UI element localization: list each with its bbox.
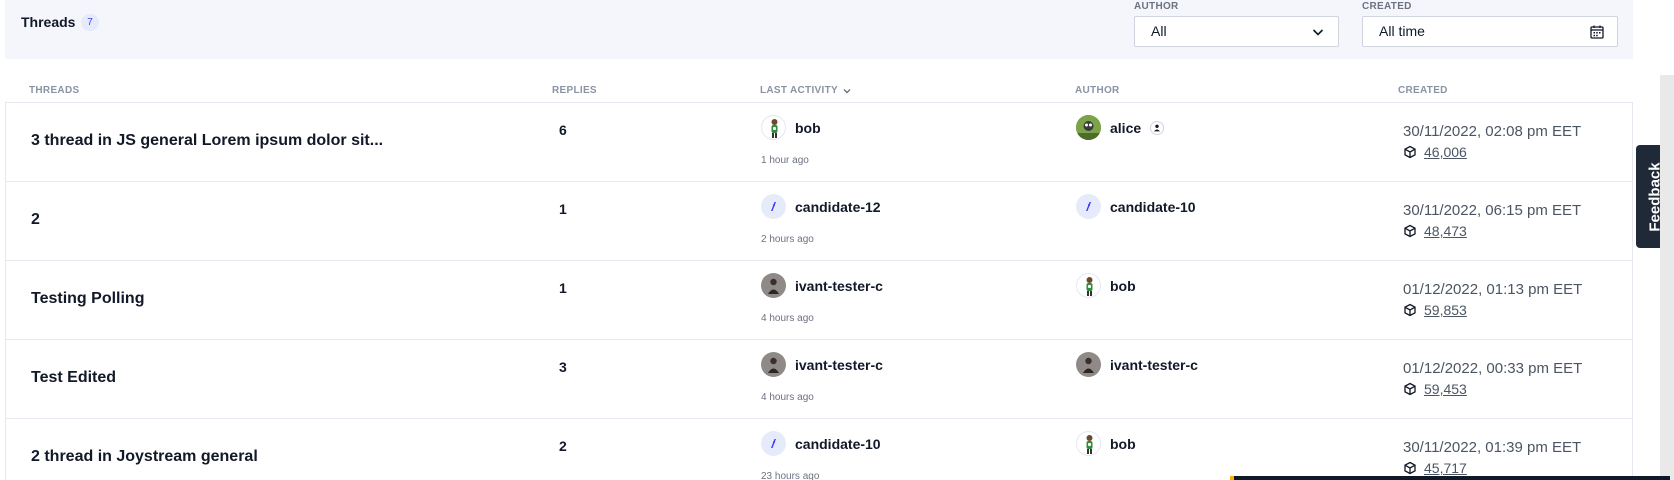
block-number-link[interactable]: 59,453 — [1424, 381, 1467, 397]
last-activity-time: 4 hours ago — [761, 313, 814, 324]
block-cube-icon — [1404, 145, 1416, 159]
table-row[interactable]: 3 thread in JS general Lorem ipsum dolor… — [5, 103, 1633, 182]
author-member[interactable]: bob — [1076, 431, 1136, 456]
author-filter-label: AUTHOR — [1134, 1, 1179, 12]
thread-title-link[interactable]: Testing Polling — [31, 290, 144, 308]
last-activity-time: 2 hours ago — [761, 234, 814, 245]
last-activity-time: 23 hours ago — [761, 471, 820, 480]
column-header-last-activity-label: LAST ACTIVITY — [760, 85, 838, 96]
column-header-created[interactable]: CREATED — [1398, 85, 1448, 96]
created-block: 59,853 — [1403, 302, 1467, 318]
member-name: bob — [1110, 277, 1136, 294]
author-member[interactable]: candidate-10 — [1076, 194, 1196, 219]
member-name: bob — [795, 119, 821, 136]
block-number-link[interactable]: 46,006 — [1424, 144, 1467, 160]
created-block: 48,473 — [1403, 223, 1467, 239]
member-name: candidate-10 — [795, 435, 881, 452]
thread-title-link[interactable]: Test Edited — [31, 369, 116, 387]
avatar — [1076, 431, 1101, 456]
author-member[interactable]: bob — [1076, 273, 1136, 298]
column-header-replies[interactable]: REPLIES — [552, 85, 597, 96]
last-activity-member[interactable]: candidate-12 — [761, 194, 881, 219]
thread-title-link[interactable]: 2 thread in Joystream general — [31, 448, 258, 466]
page-scrollbar[interactable] — [1660, 75, 1674, 480]
replies-count: 3 — [559, 359, 567, 375]
avatar — [761, 352, 786, 377]
avatar — [761, 115, 786, 140]
member-name: alice — [1110, 119, 1142, 136]
member-name: ivant-tester-c — [795, 356, 883, 373]
member-name: candidate-10 — [1110, 198, 1196, 215]
last-activity-time: 1 hour ago — [761, 155, 809, 166]
avatar — [1076, 194, 1101, 219]
member-name: bob — [1110, 435, 1136, 452]
member-name: ivant-tester-c — [795, 277, 883, 294]
replies-count: 2 — [559, 438, 567, 454]
column-header-threads[interactable]: THREADS — [29, 85, 79, 96]
sort-chevron-icon — [843, 88, 851, 93]
block-number-link[interactable]: 48,473 — [1424, 223, 1467, 239]
created-block: 45,717 — [1403, 460, 1467, 476]
last-activity-member[interactable]: bob — [761, 115, 821, 140]
last-activity-time: 4 hours ago — [761, 392, 814, 403]
block-number-link[interactable]: 59,853 — [1424, 302, 1467, 318]
thread-title-link[interactable]: 3 thread in JS general Lorem ipsum dolor… — [31, 132, 383, 150]
table-row[interactable]: Testing Polling 1 ivant-tester-c 4 hours ag… — [5, 261, 1633, 340]
last-activity-member[interactable]: candidate-10 — [761, 431, 881, 456]
author-filter-value: All — [1151, 23, 1167, 39]
table-row[interactable]: 2 thread in Joystream general 2 candidate-… — [5, 419, 1633, 480]
calendar-icon — [1590, 25, 1604, 39]
person-icon — [1150, 120, 1165, 135]
created-filter-datepicker[interactable]: All time — [1362, 16, 1618, 47]
block-cube-icon — [1404, 224, 1416, 238]
page-title: Threads — [21, 14, 76, 30]
block-number-link[interactable]: 45,717 — [1424, 460, 1467, 476]
author-member[interactable]: alice — [1076, 115, 1165, 140]
created-date: 01/12/2022, 00:33 pm EET — [1403, 360, 1583, 377]
threads-count-badge: 7 — [81, 14, 99, 31]
table-header: THREADS REPLIES LAST ACTIVITY AUTHOR CRE… — [5, 59, 1633, 103]
thread-title-link[interactable]: 2 — [31, 211, 40, 229]
avatar — [1076, 115, 1101, 140]
created-filter-value: All time — [1379, 23, 1425, 39]
chevron-down-icon — [1312, 29, 1324, 36]
bottom-toolbar-edge — [1230, 476, 1670, 480]
created-date: 30/11/2022, 02:08 pm EET — [1403, 123, 1582, 140]
table-row[interactable]: Test Edited 3 ivant-tester-c 4 hours ago iva… — [5, 340, 1633, 419]
last-activity-member[interactable]: ivant-tester-c — [761, 273, 883, 298]
replies-count: 6 — [559, 122, 567, 138]
created-block: 59,453 — [1403, 381, 1467, 397]
member-name: candidate-12 — [795, 198, 881, 215]
last-activity-member[interactable]: ivant-tester-c — [761, 352, 883, 377]
avatar — [761, 273, 786, 298]
avatar — [1076, 273, 1101, 298]
column-header-author[interactable]: AUTHOR — [1075, 85, 1120, 96]
avatar — [761, 431, 786, 456]
block-cube-icon — [1404, 382, 1416, 396]
created-date: 01/12/2022, 01:13 pm EET — [1403, 281, 1583, 298]
author-filter-select[interactable]: All — [1134, 16, 1339, 47]
created-block: 46,006 — [1403, 144, 1467, 160]
created-filter-label: CREATED — [1362, 1, 1412, 12]
block-cube-icon — [1404, 303, 1416, 317]
created-date: 30/11/2022, 01:39 pm EET — [1403, 439, 1582, 456]
author-member[interactable]: ivant-tester-c — [1076, 352, 1198, 377]
replies-count: 1 — [559, 280, 567, 296]
block-cube-icon — [1404, 461, 1416, 475]
member-name: ivant-tester-c — [1110, 356, 1198, 373]
column-header-last-activity[interactable]: LAST ACTIVITY — [760, 85, 852, 96]
table-row[interactable]: 2 1 candidate-12 2 hours ago candidate-10 30/… — [5, 182, 1633, 261]
replies-count: 1 — [559, 201, 567, 217]
avatar — [761, 194, 786, 219]
created-date: 30/11/2022, 06:15 pm EET — [1403, 202, 1582, 219]
avatar — [1076, 352, 1101, 377]
